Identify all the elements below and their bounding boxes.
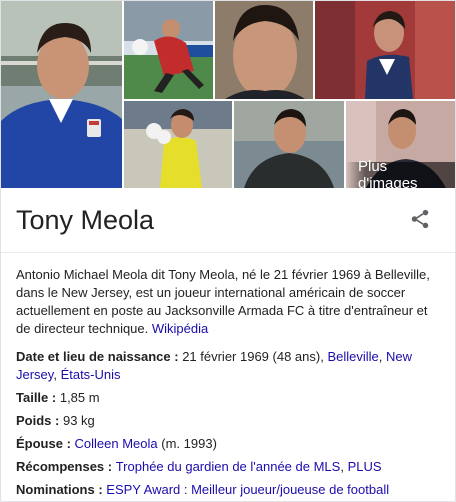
belleville-link[interactable]: Belleville xyxy=(327,349,378,364)
fact-birth-label: Date et lieu de naissance xyxy=(16,349,171,364)
fact-birth: Date et lieu de naissance : 21 février 1… xyxy=(16,349,413,382)
fact-separator: : xyxy=(48,390,60,405)
fact-birth-value: 21 février 1969 (48 ans), xyxy=(182,349,324,364)
fact-separator: : xyxy=(94,482,107,497)
title-row: Tony Meola xyxy=(1,188,455,253)
fact-separator: : xyxy=(170,349,183,364)
knowledge-panel: Plus d'images Tony Meola Antonio Michael… xyxy=(0,0,456,502)
image-tile-3[interactable] xyxy=(215,1,313,99)
fact-height-label: Taille xyxy=(16,390,49,405)
fact-weight-value: 93 kg xyxy=(62,413,95,428)
fact-spouse: Épouse : Colleen Meola (m. 1993) xyxy=(16,435,440,453)
entity-description: Antonio Michael Meola dit Tony Meola, né… xyxy=(16,266,440,338)
image-tile-7[interactable]: Plus d'images xyxy=(346,101,455,188)
fact-spouse-value: (m. 1993) xyxy=(161,436,217,451)
image-grid: Plus d'images xyxy=(1,1,455,188)
fact-weight-label: Poids xyxy=(16,413,52,428)
fact-nominations: Nominations : ESPY Award : Meilleur joue… xyxy=(16,481,440,499)
award-mls-link[interactable]: Trophée du gardien de l'année de MLS xyxy=(116,459,341,474)
spouse-link[interactable]: Colleen Meola xyxy=(75,436,158,451)
fact-weight: Poids : 93 kg xyxy=(16,412,440,430)
wikipedia-link[interactable]: Wikipédia xyxy=(152,321,208,336)
image-tile-4[interactable] xyxy=(315,1,455,99)
entity-title: Tony Meola xyxy=(16,205,155,235)
fact-awards: Récompenses : Trophée du gardien de l'an… xyxy=(16,459,382,474)
fact-nominations-label: Nominations xyxy=(16,482,95,497)
image-tile-6[interactable] xyxy=(234,101,344,188)
fact-awards-label: Récompenses xyxy=(16,459,105,474)
description-text: Antonio Michael Meola dit Tony Meola, né… xyxy=(16,267,430,336)
image-tile-5[interactable] xyxy=(124,101,232,188)
fact-spouse-label: Épouse xyxy=(16,436,63,451)
more-images-label: Plus d'images xyxy=(358,158,418,188)
image-tile-2[interactable] xyxy=(124,1,213,99)
fact-height: Taille : 1,85 m xyxy=(16,389,440,407)
more-images-button[interactable]: Plus d'images xyxy=(346,158,455,188)
fact-separator: : xyxy=(51,413,63,428)
usa-link[interactable]: États-Unis xyxy=(61,367,121,382)
fact-separator: : xyxy=(104,459,116,474)
share-icon[interactable] xyxy=(409,208,431,230)
nomination-espy-link[interactable]: ESPY Award : Meilleur joueur/joueuse de … xyxy=(106,482,389,497)
fact-height-value: 1,85 m xyxy=(59,390,100,405)
awards-more-link[interactable]: PLUS xyxy=(348,459,382,474)
image-tile-main[interactable] xyxy=(1,1,122,188)
panel-content: Antonio Michael Meola dit Tony Meola, né… xyxy=(1,253,455,499)
fact-separator: : xyxy=(62,436,75,451)
